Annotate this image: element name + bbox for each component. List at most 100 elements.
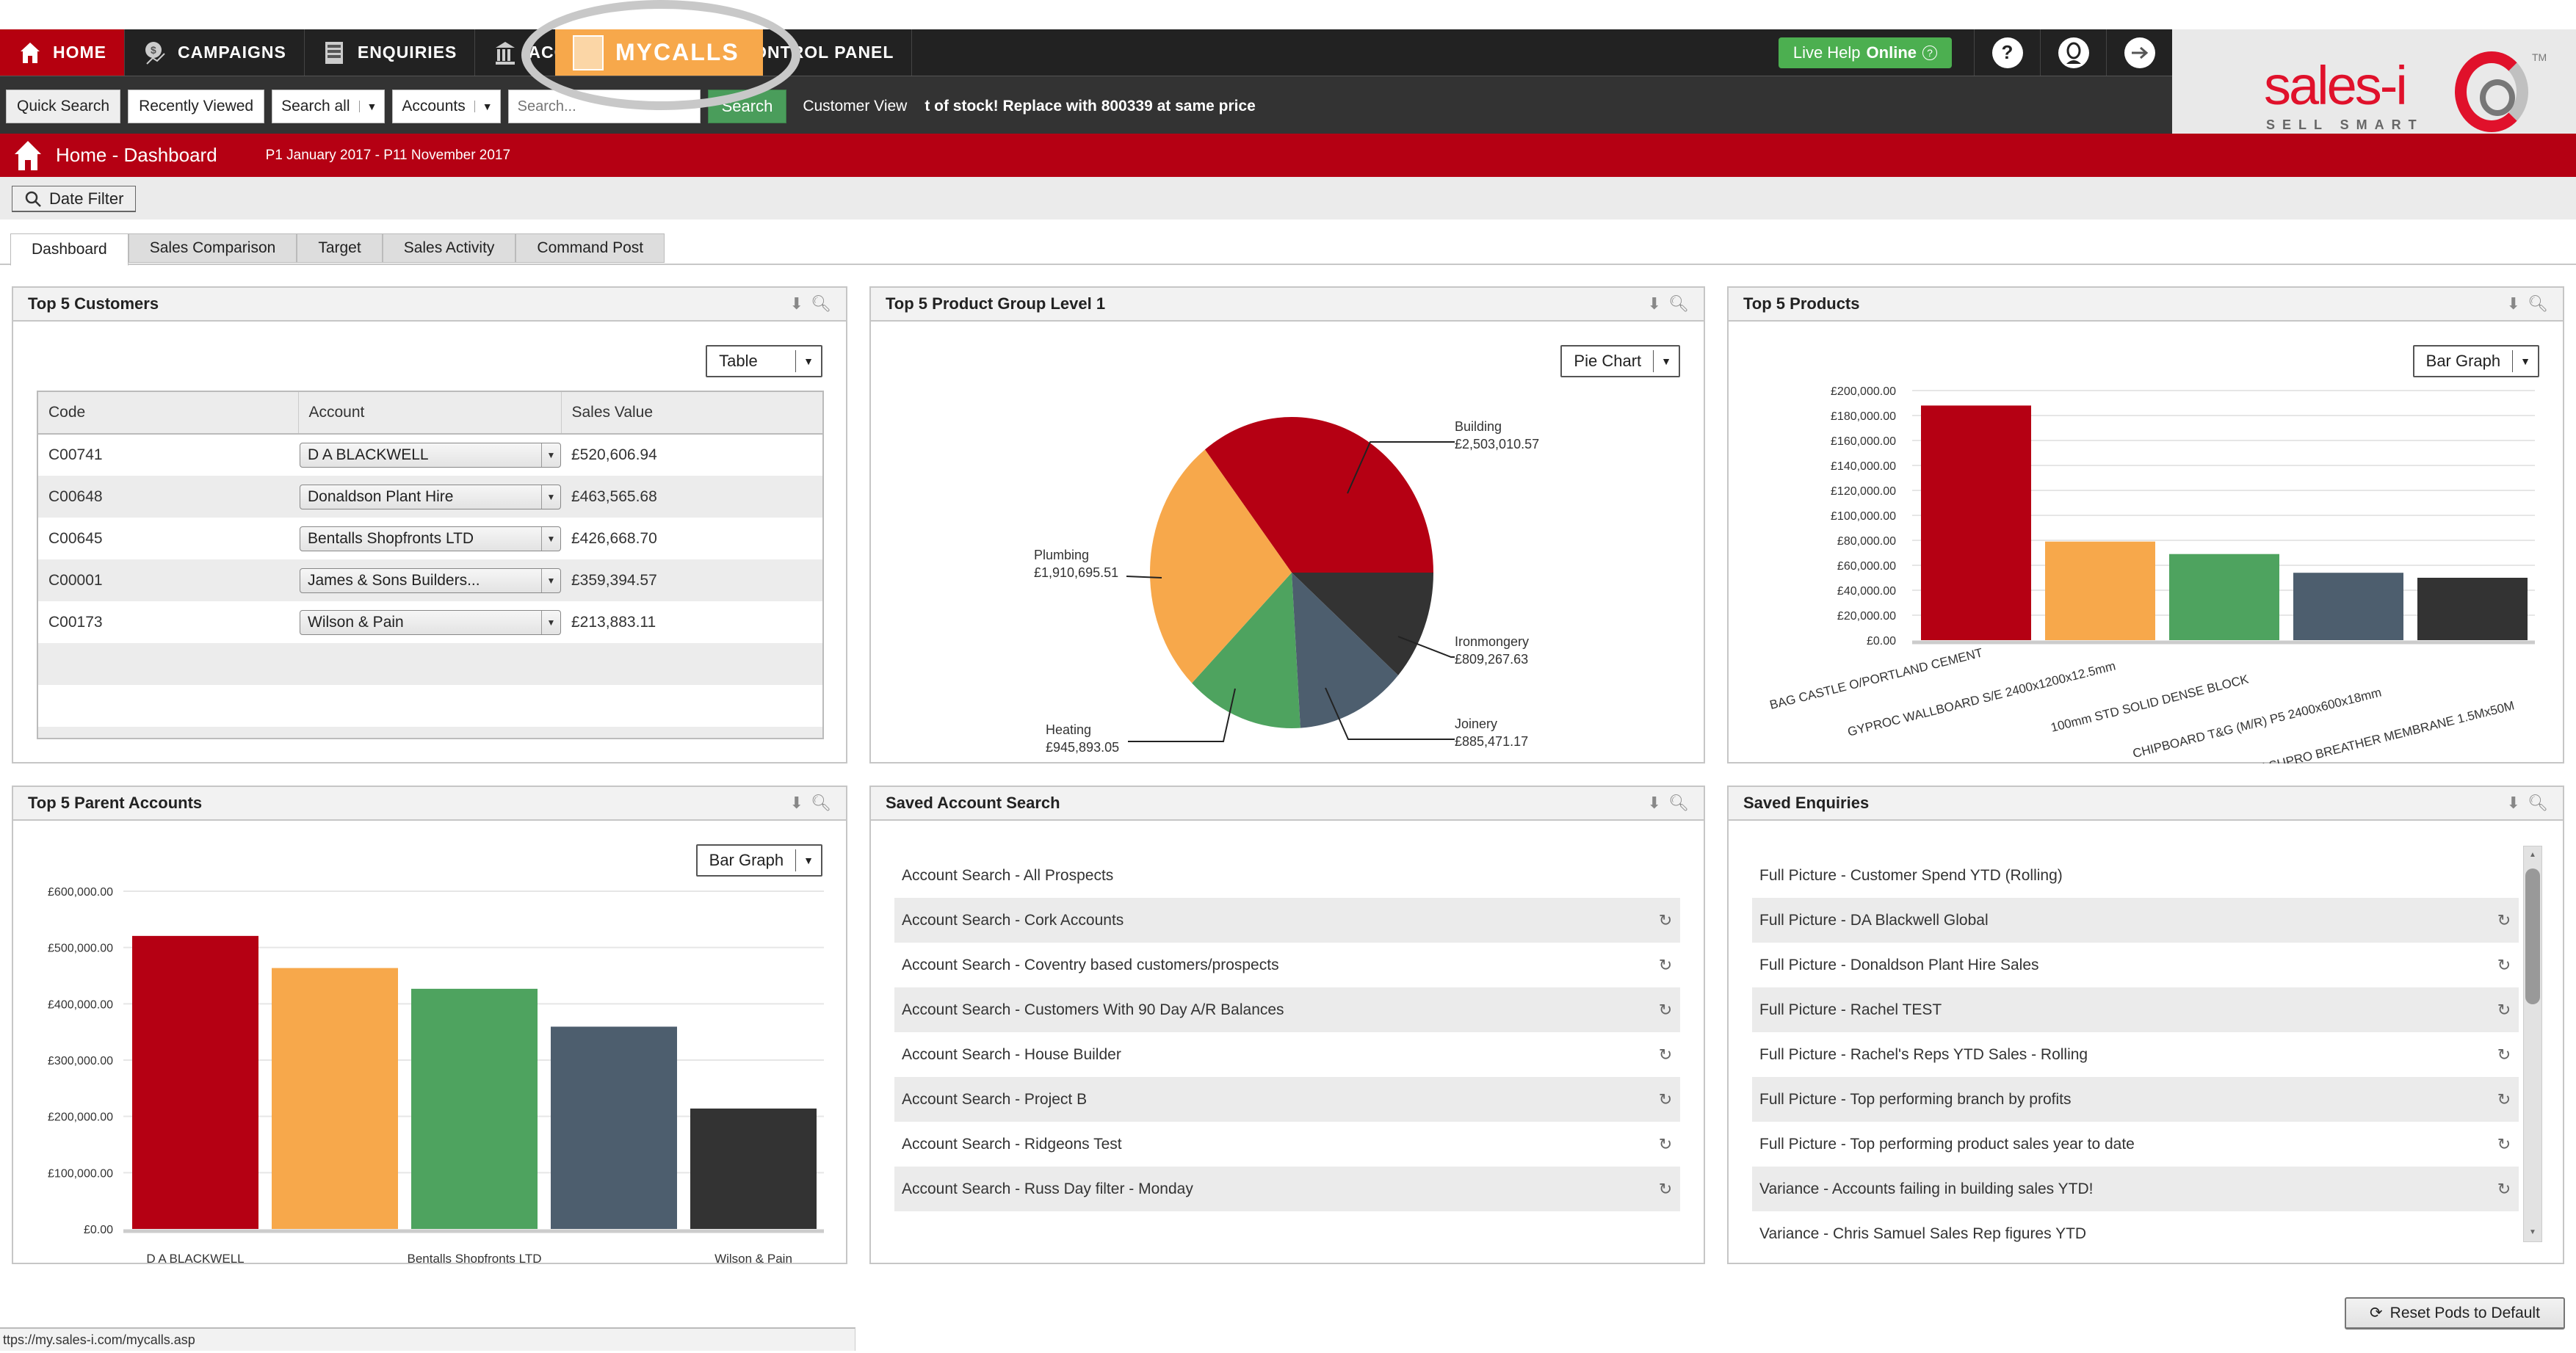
list-item[interactable]: Full Picture - Top performing branch by … — [1752, 1077, 2519, 1122]
cell-sales-value: £426,668.70 — [571, 529, 657, 547]
scroll-down-icon[interactable]: ▼ — [2524, 1224, 2541, 1241]
list-item[interactable]: Variance - Accounts failing in building … — [1752, 1167, 2519, 1211]
list-item[interactable]: Account Search - All Prospects — [894, 853, 1680, 898]
live-help-button[interactable]: Live Help Online ? — [1778, 37, 1952, 68]
pie-label-category: Ironmongery — [1455, 634, 1529, 649]
tab-command-post[interactable]: Command Post — [515, 233, 665, 263]
list-item[interactable]: Full Picture - DA Blackwell Global ↻ — [1752, 898, 2519, 943]
account-dropdown[interactable]: Donaldson Plant Hire ▼ — [300, 484, 561, 509]
tab-sales-activity[interactable]: Sales Activity — [382, 233, 516, 263]
customer-view-link[interactable]: Customer View — [803, 98, 907, 115]
x-tick-label: D A BLACKWELL — [146, 1252, 244, 1263]
account-dropdown[interactable]: Wilson & Pain ▼ — [300, 609, 561, 635]
list-item[interactable]: Full Picture - Donaldson Plant Hire Sale… — [1752, 943, 2519, 987]
pin-icon[interactable]: ⬇ — [2507, 794, 2520, 813]
list-item[interactable]: Full Picture - Top performing product sa… — [1752, 1122, 2519, 1167]
refresh-icon[interactable]: ↻ — [2489, 1001, 2519, 1020]
refresh-icon[interactable]: ↻ — [2489, 1135, 2519, 1154]
refresh-icon[interactable]: ↻ — [2489, 1090, 2519, 1109]
help-button[interactable]: ? — [1974, 29, 2040, 76]
magnify-icon[interactable]: 🔍︎ — [811, 794, 831, 813]
magnify-icon[interactable]: 🔍︎ — [811, 294, 831, 313]
tab-dashboard[interactable]: Dashboard — [10, 233, 129, 266]
search-scope-select[interactable]: Search all ▼ — [272, 90, 386, 123]
nav-home[interactable]: HOME — [0, 29, 125, 76]
refresh-icon[interactable]: ↻ — [1651, 956, 1680, 975]
list-item[interactable]: Account Search - Customers With 90 Day A… — [894, 987, 1680, 1032]
user-button[interactable] — [2040, 29, 2106, 76]
refresh-icon[interactable]: ↻ — [2489, 956, 2519, 975]
refresh-icon[interactable]: ↻ — [1651, 1180, 1680, 1199]
list-item[interactable]: Account Search - House Builder ↻ — [894, 1032, 1680, 1077]
logout-button[interactable] — [2106, 29, 2172, 76]
pod-parent-accounts: Top 5 Parent Accounts ⬇ 🔍︎ Bar Graph ▼ £0… — [12, 786, 847, 1264]
magnify-icon[interactable]: 🔍︎ — [2528, 294, 2548, 313]
magnify-icon[interactable]: 🔍︎ — [2528, 794, 2548, 813]
column-header-sales-value[interactable]: Sales Value — [561, 391, 824, 435]
list-item[interactable]: Variance - Chris Samuel Sales Rep figure… — [1752, 1211, 2519, 1256]
nav-campaigns[interactable]: $ CAMPAIGNS — [125, 29, 305, 76]
home-icon[interactable] — [13, 139, 43, 172]
list-item[interactable]: Account Search - Coventry based customer… — [894, 943, 1680, 987]
pod-saved-account-search: Saved Account Search ⬇ 🔍︎ Account Search … — [869, 786, 1705, 1264]
pie-chart: Building £2,503,010.57 Ironmongery £809,267… — [1034, 416, 1539, 755]
search-scope-value: Search all — [281, 98, 350, 115]
refresh-icon[interactable]: ↻ — [2489, 1045, 2519, 1064]
quick-search-button[interactable]: Quick Search — [6, 90, 121, 123]
list-item[interactable]: Full Picture - Customer Spend YTD (Rolli… — [1752, 853, 2519, 898]
recently-viewed-button[interactable]: Recently Viewed — [128, 90, 265, 123]
tab-sales-comparison[interactable]: Sales Comparison — [128, 233, 297, 263]
refresh-icon: ⟳ — [2370, 1305, 2383, 1321]
list-item-label: Full Picture - Rachel's Reps YTD Sales -… — [1759, 1045, 2088, 1063]
nav-enquiries[interactable]: ENQUIRIES — [305, 29, 476, 76]
refresh-icon[interactable]: ↻ — [2489, 911, 2519, 930]
account-dropdown[interactable]: D A BLACKWELL ▼ — [300, 443, 561, 468]
list-item[interactable]: Full Picture - Rachel's Reps YTD Sales -… — [1752, 1032, 2519, 1077]
refresh-icon[interactable]: ↻ — [1651, 911, 1680, 930]
list-item[interactable]: Account Search - Project B ↻ — [894, 1077, 1680, 1122]
pie-label-value: £809,267.63 — [1455, 652, 1528, 667]
magnify-icon[interactable]: 🔍︎ — [1668, 794, 1689, 813]
table-row: C00741 D A BLACKWELL ▼ £520,606.94 — [37, 434, 823, 476]
pie-label-category: Building — [1455, 419, 1502, 434]
magnify-icon[interactable]: 🔍︎ — [1668, 294, 1689, 313]
refresh-icon[interactable]: ↻ — [1651, 1090, 1680, 1109]
y-tick-label: £100,000.00 — [48, 1167, 113, 1180]
pod-title: Top 5 Parent Accounts — [28, 794, 203, 812]
y-tick-label: £100,000.00 — [1831, 510, 1896, 523]
refresh-icon[interactable]: ↻ — [1651, 1045, 1680, 1064]
chevron-down-icon: ▼ — [541, 610, 560, 634]
account-dropdown[interactable]: Bentalls Shopfronts LTD ▼ — [300, 526, 561, 551]
column-header-account[interactable]: Account — [298, 391, 562, 435]
refresh-icon[interactable]: ↻ — [1651, 1135, 1680, 1154]
refresh-icon[interactable]: ↻ — [2489, 1180, 2519, 1199]
account-name: Bentalls Shopfronts LTD — [308, 529, 474, 547]
pin-icon[interactable]: ⬇ — [790, 294, 803, 313]
top-nav: HOME $ CAMPAIGNS ENQUIRIES ACCO ONTROL P… — [0, 29, 2172, 76]
tab-target[interactable]: Target — [297, 233, 383, 263]
saved-search-list: Account Search - All Prospects Account S… — [894, 853, 1680, 1211]
pin-icon[interactable]: ⬇ — [1648, 794, 1661, 813]
pod-header: Saved Account Search ⬇ 🔍︎ — [871, 787, 1704, 821]
list-item[interactable]: Account Search - Cork Accounts ↻ — [894, 898, 1680, 943]
refresh-icon[interactable]: ↻ — [1651, 1001, 1680, 1020]
date-filter-button[interactable]: Date Filter — [12, 186, 137, 212]
account-dropdown[interactable]: James & Sons Builders... ▼ — [300, 567, 561, 593]
pin-icon[interactable]: ⬇ — [2507, 294, 2520, 313]
list-item[interactable]: Full Picture - Rachel TEST ↻ — [1752, 987, 2519, 1032]
pod-title: Top 5 Product Group Level 1 — [886, 294, 1106, 313]
search-type-select[interactable]: Accounts ▼ — [392, 90, 501, 123]
y-tick-label: £0.00 — [1867, 635, 1896, 648]
customers-table: Code Account Sales Value C00741 D A BLAC… — [37, 391, 824, 739]
scroll-up-icon[interactable]: ▲ — [2524, 846, 2541, 864]
reset-pods-button[interactable]: ⟳ Reset Pods to Default — [2345, 1297, 2565, 1330]
column-header-code[interactable]: Code — [37, 391, 299, 435]
nav-mycalls[interactable]: MYCALLS — [555, 29, 763, 76]
scrollbar[interactable]: ▲ ▼ — [2523, 846, 2542, 1242]
list-item[interactable]: Account Search - Ridgeons Test ↻ — [894, 1122, 1680, 1167]
pin-icon[interactable]: ⬇ — [1648, 294, 1661, 313]
pin-icon[interactable]: ⬇ — [790, 794, 803, 813]
scroll-thumb[interactable] — [2525, 868, 2540, 1004]
view-type-select[interactable]: Table ▼ — [706, 345, 822, 377]
list-item[interactable]: Account Search - Russ Day filter - Monda… — [894, 1167, 1680, 1211]
